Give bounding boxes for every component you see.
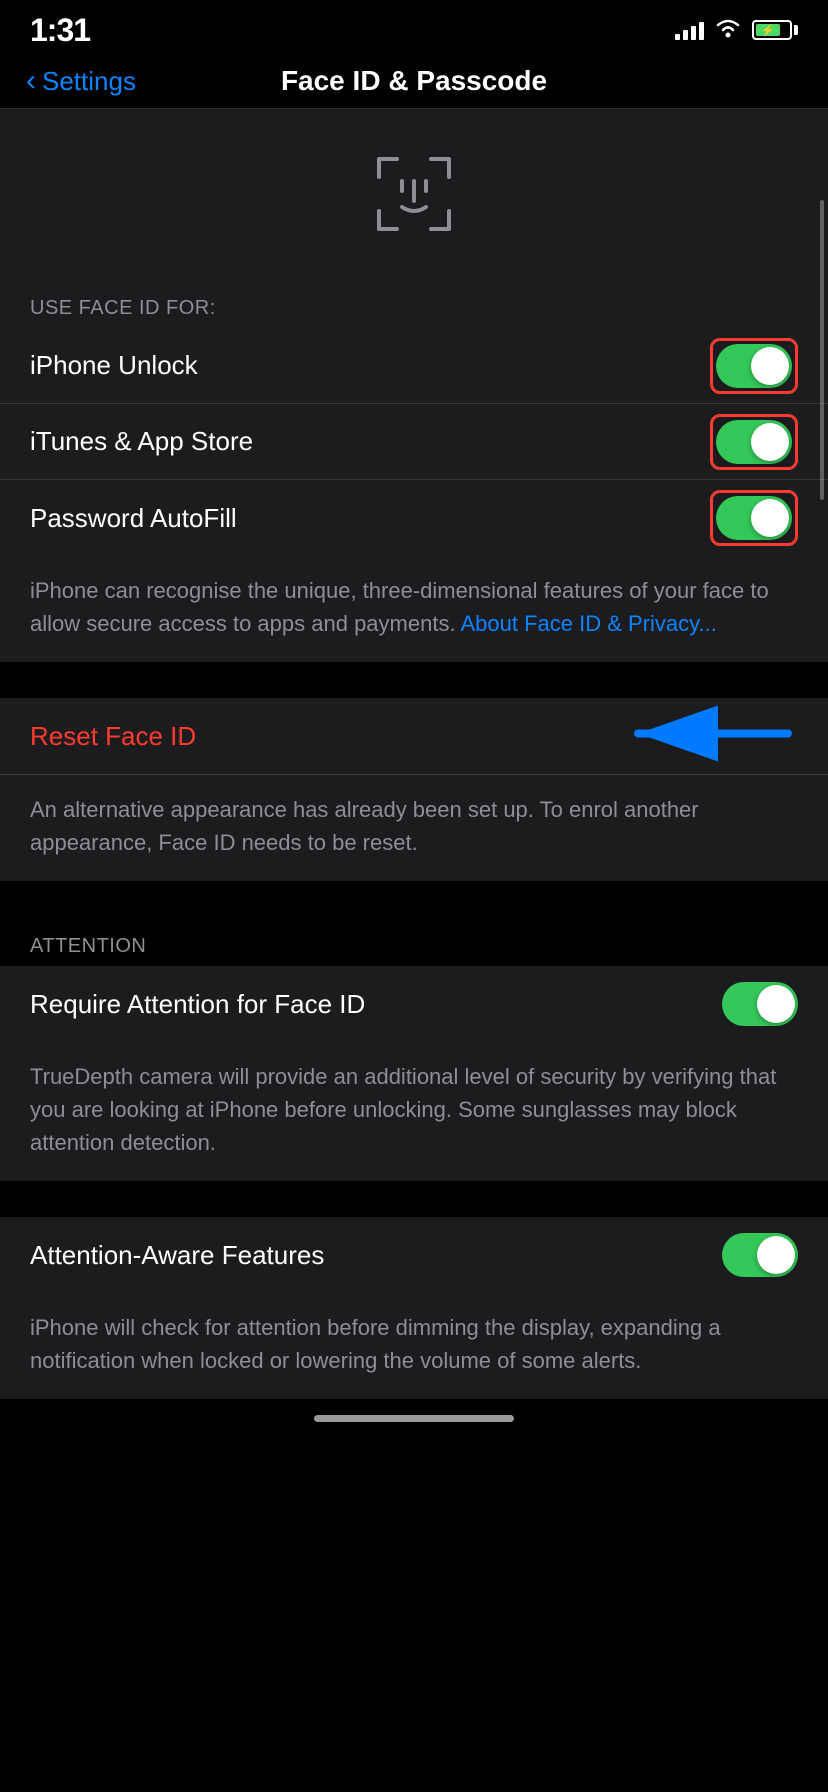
- autofill-toggle-highlight: [710, 490, 798, 546]
- scrollbar[interactable]: [820, 200, 824, 500]
- iphone-unlock-row: iPhone Unlock: [0, 328, 828, 404]
- status-bar: 1:31 ⚡: [0, 0, 828, 54]
- attention-aware-row: Attention-Aware Features: [0, 1217, 828, 1293]
- home-indicator: [0, 1399, 828, 1432]
- toggle-knob: [757, 1236, 795, 1274]
- iphone-unlock-toggle[interactable]: [716, 344, 792, 388]
- reset-face-id-wrapper: Reset Face ID: [0, 698, 828, 774]
- itunes-app-store-row: iTunes & App Store: [0, 404, 828, 480]
- require-attention-toggle[interactable]: [722, 982, 798, 1026]
- page-title: Face ID & Passcode: [281, 65, 547, 97]
- require-attention-label: Require Attention for Face ID: [30, 989, 365, 1020]
- toggle-knob: [751, 499, 789, 537]
- password-autofill-row: Password AutoFill: [0, 480, 828, 556]
- attention-header: ATTENTION: [0, 917, 828, 966]
- iphone-unlock-label: iPhone Unlock: [30, 350, 198, 381]
- battery-icon: ⚡: [752, 20, 798, 40]
- face-id-description: iPhone can recognise the unique, three-d…: [30, 578, 769, 636]
- attention-settings-group: Require Attention for Face ID: [0, 966, 828, 1042]
- itunes-toggle-highlight: [710, 414, 798, 470]
- face-id-icon: [369, 149, 459, 239]
- use-face-id-header: USE FACE ID FOR:: [0, 279, 828, 328]
- alt-appearance-section: An alternative appearance has already be…: [0, 774, 828, 881]
- scroll-area: USE FACE ID FOR: iPhone Unlock iTunes & …: [0, 109, 828, 1399]
- toggle-knob: [751, 347, 789, 385]
- attention-aware-description-section: iPhone will check for attention before d…: [0, 1293, 828, 1399]
- password-autofill-toggle[interactable]: [716, 496, 792, 540]
- home-bar: [314, 1415, 514, 1422]
- toggle-knob: [751, 423, 789, 461]
- face-id-settings-group: iPhone Unlock iTunes & App Store P: [0, 328, 828, 556]
- signal-icon: [675, 20, 704, 40]
- itunes-app-store-label: iTunes & App Store: [30, 426, 253, 457]
- back-button[interactable]: ‹ Settings: [26, 64, 136, 98]
- attention-description-section: TrueDepth camera will provide an additio…: [0, 1042, 828, 1181]
- group-separator-3: [0, 1181, 828, 1217]
- itunes-app-store-toggle[interactable]: [716, 420, 792, 464]
- status-time: 1:31: [30, 12, 90, 49]
- require-attention-row: Require Attention for Face ID: [0, 966, 828, 1042]
- attention-aware-description: iPhone will check for attention before d…: [30, 1315, 721, 1373]
- face-id-description-section: iPhone can recognise the unique, three-d…: [0, 556, 828, 662]
- attention-description: TrueDepth camera will provide an additio…: [30, 1064, 776, 1155]
- group-separator-2: [0, 881, 828, 917]
- password-autofill-label: Password AutoFill: [30, 503, 237, 534]
- privacy-link[interactable]: About Face ID & Privacy...: [460, 611, 716, 636]
- reset-face-id-label[interactable]: Reset Face ID: [30, 721, 196, 752]
- chevron-left-icon: ‹: [26, 64, 36, 98]
- toggle-knob: [757, 985, 795, 1023]
- face-id-icon-section: [0, 109, 828, 279]
- attention-aware-toggle[interactable]: [722, 1233, 798, 1277]
- alt-appearance-text: An alternative appearance has already be…: [30, 797, 699, 855]
- attention-aware-settings-group: Attention-Aware Features: [0, 1217, 828, 1293]
- face-id-toggles-group: iPhone Unlock iTunes & App Store P: [0, 328, 828, 556]
- blue-arrow-annotation: [618, 704, 798, 769]
- nav-bar: ‹ Settings Face ID & Passcode: [0, 54, 828, 109]
- back-label[interactable]: Settings: [42, 66, 136, 97]
- status-icons: ⚡: [675, 18, 798, 43]
- group-separator-1: [0, 662, 828, 698]
- wifi-icon: [714, 18, 742, 43]
- iphone-unlock-toggle-highlight: [710, 338, 798, 394]
- attention-aware-label: Attention-Aware Features: [30, 1240, 324, 1271]
